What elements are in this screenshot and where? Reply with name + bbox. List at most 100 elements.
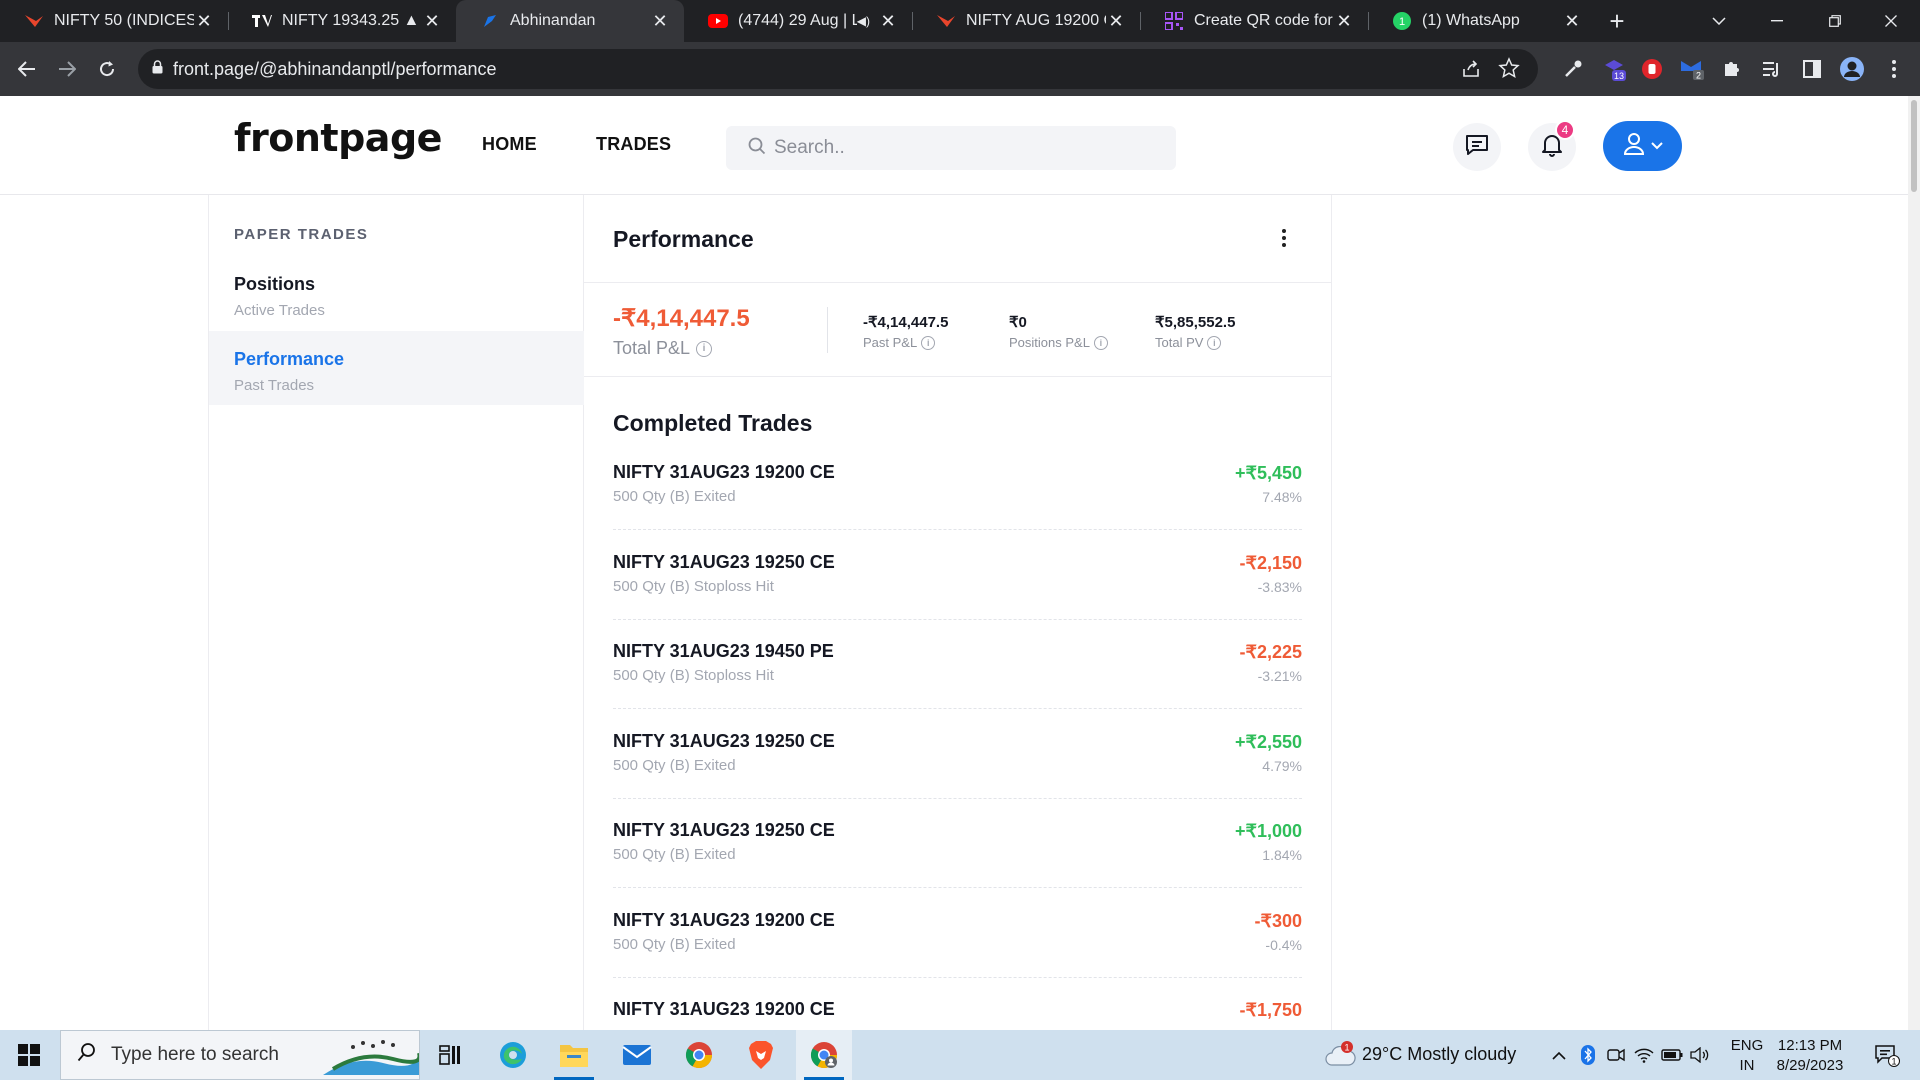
windows-taskbar: Type here to search 1 29°C Mostly cloudy… bbox=[0, 1030, 1920, 1080]
browser-tab[interactable]: 1 (1) WhatsApp ✕ bbox=[1368, 0, 1596, 42]
tab-search-icon[interactable] bbox=[1690, 0, 1748, 42]
search-icon bbox=[748, 137, 766, 160]
taskbar-search-box[interactable]: Type here to search bbox=[60, 1030, 422, 1080]
sidebar-item-positions[interactable]: Positions Active Trades bbox=[209, 256, 584, 330]
address-bar[interactable]: front.page/@abhinandanptl/performance bbox=[138, 49, 1538, 89]
bookmark-star-icon[interactable] bbox=[1498, 57, 1520, 84]
trade-pnl: -₹300 bbox=[1254, 911, 1302, 931]
search-box[interactable] bbox=[726, 126, 1176, 170]
chrome-icon bbox=[685, 1042, 713, 1069]
browser-tab-active[interactable]: Abhinandan ✕ bbox=[456, 0, 684, 42]
trade-pnl-percent: 4.79% bbox=[1262, 758, 1302, 774]
trade-row[interactable]: NIFTY 31AUG23 19200 CE -₹1,750 bbox=[613, 977, 1302, 1030]
reading-list-icon[interactable] bbox=[1758, 55, 1786, 83]
trade-row[interactable]: NIFTY 31AUG23 19200 CE 500 Qty (B) Exite… bbox=[613, 888, 1302, 978]
chrome-active-taskbar-button[interactable] bbox=[796, 1030, 852, 1080]
back-arrow-icon[interactable] bbox=[10, 52, 44, 86]
tab-title: Abhinandan bbox=[510, 12, 596, 29]
notifications-button[interactable]: 4 bbox=[1528, 120, 1576, 171]
share-icon[interactable] bbox=[1460, 57, 1482, 84]
search-highlight-icon bbox=[323, 1037, 422, 1080]
trade-row[interactable]: NIFTY 31AUG23 19250 CE 500 Qty (B) Exite… bbox=[613, 709, 1302, 799]
puzzle-extensions-icon[interactable] bbox=[1718, 55, 1746, 83]
close-icon[interactable]: ✕ bbox=[878, 11, 898, 31]
close-icon[interactable]: ✕ bbox=[1106, 11, 1126, 31]
trade-row[interactable]: NIFTY 31AUG23 19450 PE 500 Qty (B) Stopl… bbox=[613, 619, 1302, 709]
sidebar-item-performance[interactable]: Performance Past Trades bbox=[209, 331, 584, 405]
lock-icon[interactable] bbox=[152, 59, 163, 79]
extension-mail-icon[interactable]: 2 bbox=[1678, 55, 1706, 83]
tab-title: NIFTY AUG 19200 CE bbox=[966, 12, 1106, 29]
site-header: frontpage HOME TRADES 4 bbox=[0, 96, 1920, 195]
info-icon[interactable]: i bbox=[921, 335, 936, 350]
profile-menu-button[interactable] bbox=[1603, 121, 1682, 171]
chrome-menu-icon[interactable] bbox=[1880, 55, 1908, 83]
wifi-icon[interactable] bbox=[1631, 1030, 1657, 1080]
close-icon[interactable]: ✕ bbox=[1334, 11, 1354, 31]
browser-tab[interactable]: NIFTY AUG 19200 CE ✕ bbox=[912, 0, 1140, 42]
nav-home-link[interactable]: HOME bbox=[482, 134, 537, 155]
speaker-icon[interactable]: ◀) bbox=[857, 14, 870, 28]
bluetooth-icon[interactable] bbox=[1575, 1030, 1601, 1080]
forward-arrow-icon[interactable] bbox=[50, 52, 84, 86]
windows-start-button[interactable] bbox=[0, 1030, 58, 1080]
browser-tab[interactable]: NIFTY 50 (INDICES) 19 ✕ bbox=[0, 0, 228, 42]
volume-icon[interactable] bbox=[1687, 1030, 1713, 1080]
weather-text[interactable]: 29°C Mostly cloudy bbox=[1362, 1044, 1516, 1065]
action-center-button[interactable]: 1 bbox=[1862, 1030, 1912, 1080]
file-explorer-taskbar-button[interactable] bbox=[546, 1030, 602, 1080]
taskbar-search-placeholder: Type here to search bbox=[111, 1044, 279, 1065]
window-close-icon[interactable] bbox=[1862, 0, 1920, 42]
trade-row[interactable]: NIFTY 31AUG23 19200 CE 500 Qty (B) Exite… bbox=[613, 440, 1302, 530]
trade-row[interactable]: NIFTY 31AUG23 19250 CE 500 Qty (B) Stopl… bbox=[613, 530, 1302, 620]
info-icon[interactable]: i bbox=[1093, 335, 1108, 350]
task-view-button[interactable] bbox=[422, 1030, 478, 1080]
chat-button[interactable] bbox=[1453, 123, 1501, 171]
profile-avatar-icon[interactable] bbox=[1838, 55, 1866, 83]
scrollbar-thumb[interactable] bbox=[1911, 100, 1917, 192]
tab-title: (1) WhatsApp bbox=[1422, 12, 1520, 29]
close-icon[interactable]: ✕ bbox=[194, 11, 214, 31]
page-title: Performance bbox=[613, 226, 754, 252]
more-options-icon[interactable] bbox=[1272, 225, 1296, 251]
system-clock[interactable]: 12:13 PM 8/29/2023 bbox=[1760, 1036, 1860, 1076]
page-scrollbar[interactable] bbox=[1908, 96, 1920, 1030]
minimize-icon[interactable] bbox=[1748, 0, 1806, 42]
brave-taskbar-button[interactable] bbox=[733, 1030, 789, 1080]
battery-icon[interactable] bbox=[1659, 1030, 1685, 1080]
color-picker-extension-icon[interactable] bbox=[1559, 55, 1587, 83]
search-input[interactable] bbox=[774, 137, 1154, 159]
url-text[interactable]: front.page/@abhinandanptl/performance bbox=[173, 59, 497, 80]
edge-taskbar-button[interactable] bbox=[485, 1030, 541, 1080]
brave-lion-icon bbox=[749, 1041, 773, 1069]
stat-label: Total PV bbox=[1155, 335, 1204, 350]
total-pnl-label: Total P&L bbox=[613, 338, 691, 358]
meet-now-icon[interactable] bbox=[1603, 1030, 1629, 1080]
nav-trades-link[interactable]: TRADES bbox=[596, 134, 671, 155]
close-icon[interactable]: ✕ bbox=[422, 11, 442, 31]
trade-row[interactable]: NIFTY 31AUG23 19250 CE 500 Qty (B) Exite… bbox=[613, 798, 1302, 888]
adblock-hand-icon[interactable] bbox=[1638, 55, 1666, 83]
chrome-taskbar-button[interactable] bbox=[671, 1030, 727, 1080]
extension-shield-icon[interactable]: 13 bbox=[1600, 55, 1628, 83]
new-tab-button[interactable]: + bbox=[1596, 0, 1638, 42]
browser-tab[interactable]: NIFTY 19343.25 ▲ +0 ✕ bbox=[228, 0, 456, 42]
info-icon[interactable]: i bbox=[696, 340, 713, 357]
red-swoosh-icon bbox=[936, 11, 956, 31]
side-panel-icon[interactable] bbox=[1798, 55, 1826, 83]
mail-taskbar-button[interactable] bbox=[609, 1030, 665, 1080]
close-icon[interactable]: ✕ bbox=[1562, 11, 1582, 31]
pnl-summary: -₹4,14,447.5 Total P&L i -₹4,14,447.5 Pa… bbox=[584, 283, 1331, 377]
close-icon[interactable]: ✕ bbox=[650, 11, 670, 31]
frontpage-logo[interactable]: frontpage bbox=[234, 116, 442, 160]
weather-cloud-icon[interactable]: 1 bbox=[1320, 1030, 1360, 1080]
info-icon[interactable]: i bbox=[1207, 335, 1222, 350]
browser-tab[interactable]: Create QR code for Li ✕ bbox=[1140, 0, 1368, 42]
tab-title: NIFTY 19343.25 ▲ +0 bbox=[282, 12, 422, 29]
reload-icon[interactable] bbox=[90, 52, 124, 86]
trade-meta: 500 Qty (B) Exited bbox=[613, 757, 736, 774]
extension-badge: 13 bbox=[1614, 71, 1624, 81]
restore-icon[interactable] bbox=[1806, 0, 1864, 42]
show-hidden-icons-chevron-icon[interactable] bbox=[1545, 1030, 1573, 1080]
browser-tab[interactable]: (4744) 29 Aug | Li ◀) ✕ bbox=[684, 0, 912, 42]
